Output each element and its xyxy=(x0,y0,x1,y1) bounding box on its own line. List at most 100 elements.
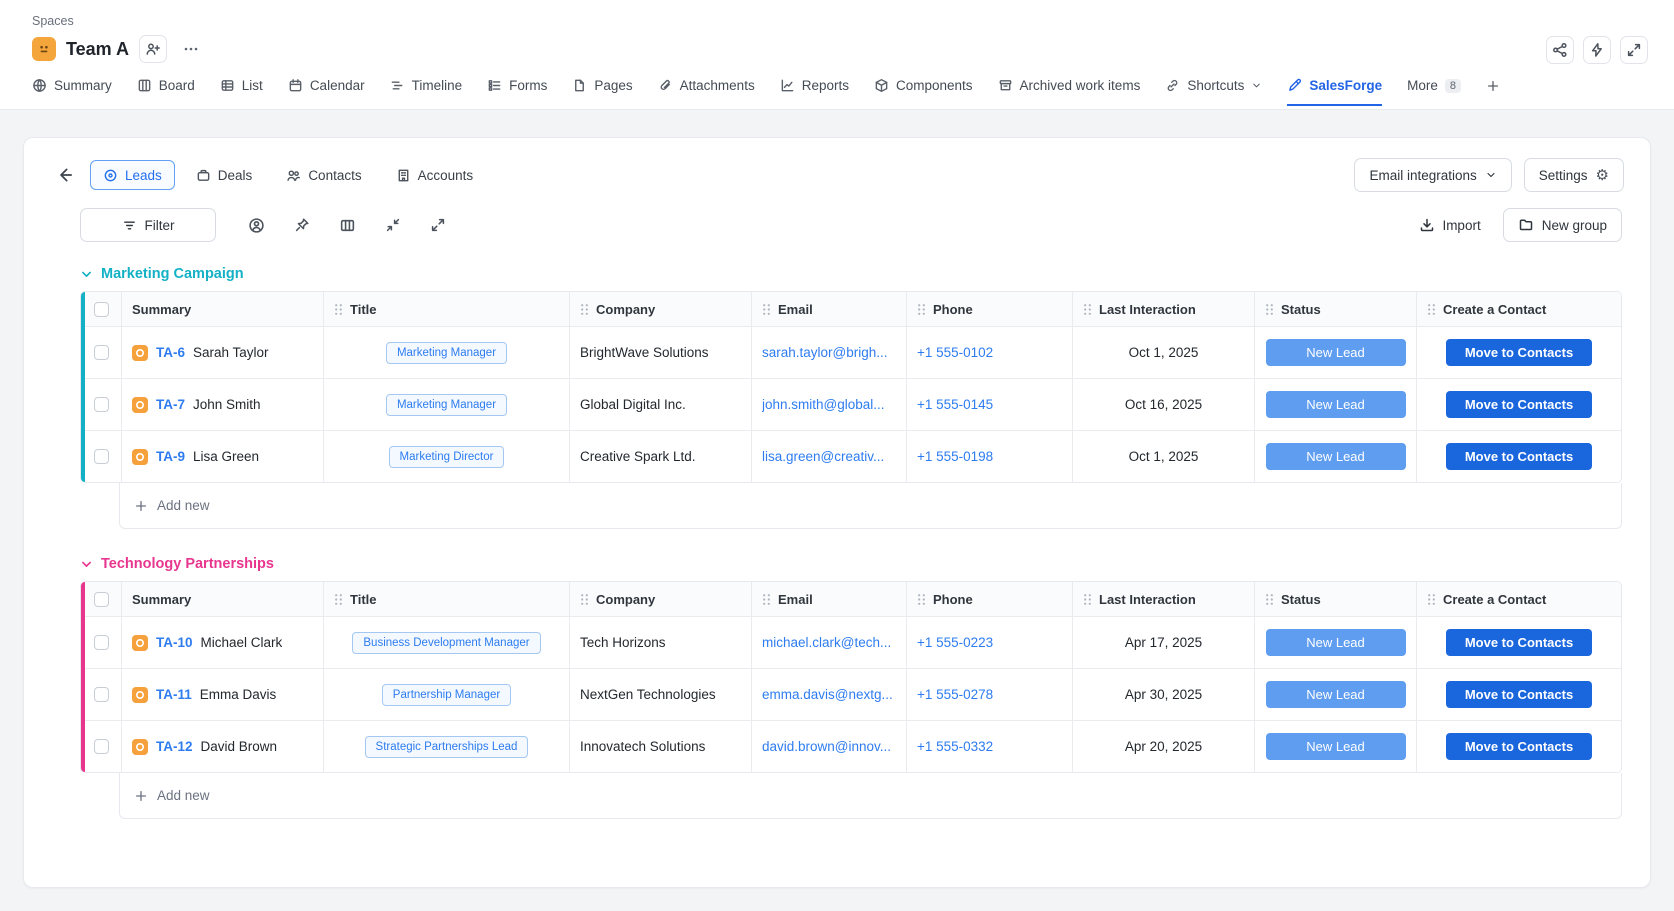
email-link[interactable]: michael.clark@tech... xyxy=(762,635,891,650)
tab-accounts[interactable]: Accounts xyxy=(383,160,487,190)
row-checkbox[interactable] xyxy=(94,345,109,360)
title-badge[interactable]: Strategic Partnerships Lead xyxy=(365,736,529,758)
column-header-status[interactable]: Status xyxy=(1254,292,1416,326)
pin-button[interactable] xyxy=(294,217,310,233)
move-to-contacts-button[interactable]: Move to Contacts xyxy=(1446,339,1592,366)
company-cell[interactable]: Innovatech Solutions xyxy=(569,721,751,772)
status-button[interactable]: New Lead xyxy=(1266,629,1406,656)
column-header-title[interactable]: Title xyxy=(323,582,569,616)
email-link[interactable]: john.smith@global... xyxy=(762,397,885,412)
add-view-button[interactable] xyxy=(1486,79,1500,106)
row-checkbox[interactable] xyxy=(94,739,109,754)
summary-cell[interactable]: TA-11 Emma Davis xyxy=(121,669,323,720)
row-checkbox[interactable] xyxy=(94,635,109,650)
move-to-contacts-button[interactable]: Move to Contacts xyxy=(1446,733,1592,760)
summary-cell[interactable]: TA-9 Lisa Green xyxy=(121,431,323,482)
column-header-last-interaction[interactable]: Last Interaction xyxy=(1072,582,1254,616)
column-header-last-interaction[interactable]: Last Interaction xyxy=(1072,292,1254,326)
move-to-contacts-button[interactable]: Move to Contacts xyxy=(1446,629,1592,656)
share-button[interactable] xyxy=(1546,36,1574,64)
last-interaction-cell[interactable]: Oct 16, 2025 xyxy=(1072,379,1254,430)
phone-link[interactable]: +1 555-0102 xyxy=(917,345,993,360)
status-button[interactable]: New Lead xyxy=(1266,443,1406,470)
tab-components[interactable]: Components xyxy=(874,78,973,106)
lead-name[interactable]: Michael Clark xyxy=(201,635,283,650)
new-group-button[interactable]: New group xyxy=(1503,208,1622,242)
tab-contacts[interactable]: Contacts xyxy=(273,160,374,190)
phone-link[interactable]: +1 555-0278 xyxy=(917,687,993,702)
last-interaction-cell[interactable]: Apr 20, 2025 xyxy=(1072,721,1254,772)
task-id[interactable]: TA-6 xyxy=(156,345,185,360)
more-options-button[interactable] xyxy=(177,35,205,63)
chevron-down-icon[interactable] xyxy=(80,268,93,281)
phone-link[interactable]: +1 555-0198 xyxy=(917,449,993,464)
last-interaction-cell[interactable]: Oct 1, 2025 xyxy=(1072,327,1254,378)
lead-name[interactable]: Lisa Green xyxy=(193,449,259,464)
last-interaction-cell[interactable]: Oct 1, 2025 xyxy=(1072,431,1254,482)
settings-button[interactable]: Settings⚙ xyxy=(1524,158,1624,192)
task-id[interactable]: TA-10 xyxy=(156,635,193,650)
column-header-status[interactable]: Status xyxy=(1254,582,1416,616)
column-header-email[interactable]: Email xyxy=(751,582,906,616)
company-cell[interactable]: Global Digital Inc. xyxy=(569,379,751,430)
tab-summary[interactable]: Summary xyxy=(32,78,112,106)
move-to-contacts-button[interactable]: Move to Contacts xyxy=(1446,681,1592,708)
status-button[interactable]: New Lead xyxy=(1266,391,1406,418)
column-header-create-contact[interactable]: Create a Contact xyxy=(1416,582,1621,616)
summary-cell[interactable]: TA-6Sarah Taylor xyxy=(121,327,323,378)
task-id[interactable]: TA-11 xyxy=(156,687,192,702)
tab-pages[interactable]: Pages xyxy=(572,78,632,106)
status-button[interactable]: New Lead xyxy=(1266,681,1406,708)
tab-attachments[interactable]: Attachments xyxy=(658,78,755,106)
tab-more[interactable]: More8 xyxy=(1407,78,1461,106)
column-header-summary[interactable]: Summary xyxy=(121,582,323,616)
tab-calendar[interactable]: Calendar xyxy=(288,78,365,106)
breadcrumb[interactable]: Spaces xyxy=(32,14,1648,28)
automation-button[interactable] xyxy=(1583,36,1611,64)
add-new-button[interactable]: Add new xyxy=(119,773,1622,819)
column-header-phone[interactable]: Phone xyxy=(906,582,1072,616)
move-to-contacts-button[interactable]: Move to Contacts xyxy=(1446,443,1592,470)
tab-archived-work-items[interactable]: Archived work items xyxy=(998,78,1141,106)
tab-board[interactable]: Board xyxy=(137,78,195,106)
manage-members-button[interactable] xyxy=(139,35,167,63)
columns-button[interactable] xyxy=(339,217,356,234)
column-header-company[interactable]: Company xyxy=(569,292,751,326)
lead-name[interactable]: David Brown xyxy=(201,739,278,754)
tab-deals[interactable]: Deals xyxy=(183,160,266,190)
select-all-checkbox[interactable] xyxy=(94,592,109,607)
company-cell[interactable]: NextGen Technologies xyxy=(569,669,751,720)
back-button[interactable] xyxy=(56,166,74,184)
status-button[interactable]: New Lead xyxy=(1266,339,1406,366)
expand-view-button[interactable] xyxy=(430,217,446,233)
column-header-title[interactable]: Title xyxy=(323,292,569,326)
import-button[interactable]: Import xyxy=(1419,217,1480,233)
task-id[interactable]: TA-9 xyxy=(156,449,185,464)
column-header-create-contact[interactable]: Create a Contact xyxy=(1416,292,1621,326)
tab-timeline[interactable]: Timeline xyxy=(390,78,463,106)
title-badge[interactable]: Marketing Manager xyxy=(386,394,507,416)
lead-name[interactable]: Emma Davis xyxy=(200,687,277,702)
email-integrations-button[interactable]: Email integrations xyxy=(1354,158,1511,192)
title-badge[interactable]: Partnership Manager xyxy=(382,684,511,706)
last-interaction-cell[interactable]: Apr 17, 2025 xyxy=(1072,617,1254,668)
company-cell[interactable]: Creative Spark Ltd. xyxy=(569,431,751,482)
column-header-company[interactable]: Company xyxy=(569,582,751,616)
filter-button[interactable]: Filter xyxy=(80,208,216,242)
select-all-checkbox[interactable] xyxy=(94,302,109,317)
row-checkbox[interactable] xyxy=(94,449,109,464)
phone-link[interactable]: +1 555-0332 xyxy=(917,739,993,754)
tab-shortcuts[interactable]: Shortcuts xyxy=(1165,78,1262,106)
column-header-phone[interactable]: Phone xyxy=(906,292,1072,326)
last-interaction-cell[interactable]: Apr 30, 2025 xyxy=(1072,669,1254,720)
chevron-down-icon[interactable] xyxy=(80,558,93,571)
task-id[interactable]: TA-12 xyxy=(156,739,193,754)
move-to-contacts-button[interactable]: Move to Contacts xyxy=(1446,391,1592,418)
tab-forms[interactable]: Forms xyxy=(487,78,547,106)
email-link[interactable]: lisa.green@creativ... xyxy=(762,449,884,464)
summary-cell[interactable]: TA-12 David Brown xyxy=(121,721,323,772)
email-link[interactable]: emma.davis@nextg... xyxy=(762,687,893,702)
row-checkbox[interactable] xyxy=(94,687,109,702)
assignee-filter-button[interactable] xyxy=(248,217,265,234)
title-badge[interactable]: Marketing Manager xyxy=(386,342,507,364)
